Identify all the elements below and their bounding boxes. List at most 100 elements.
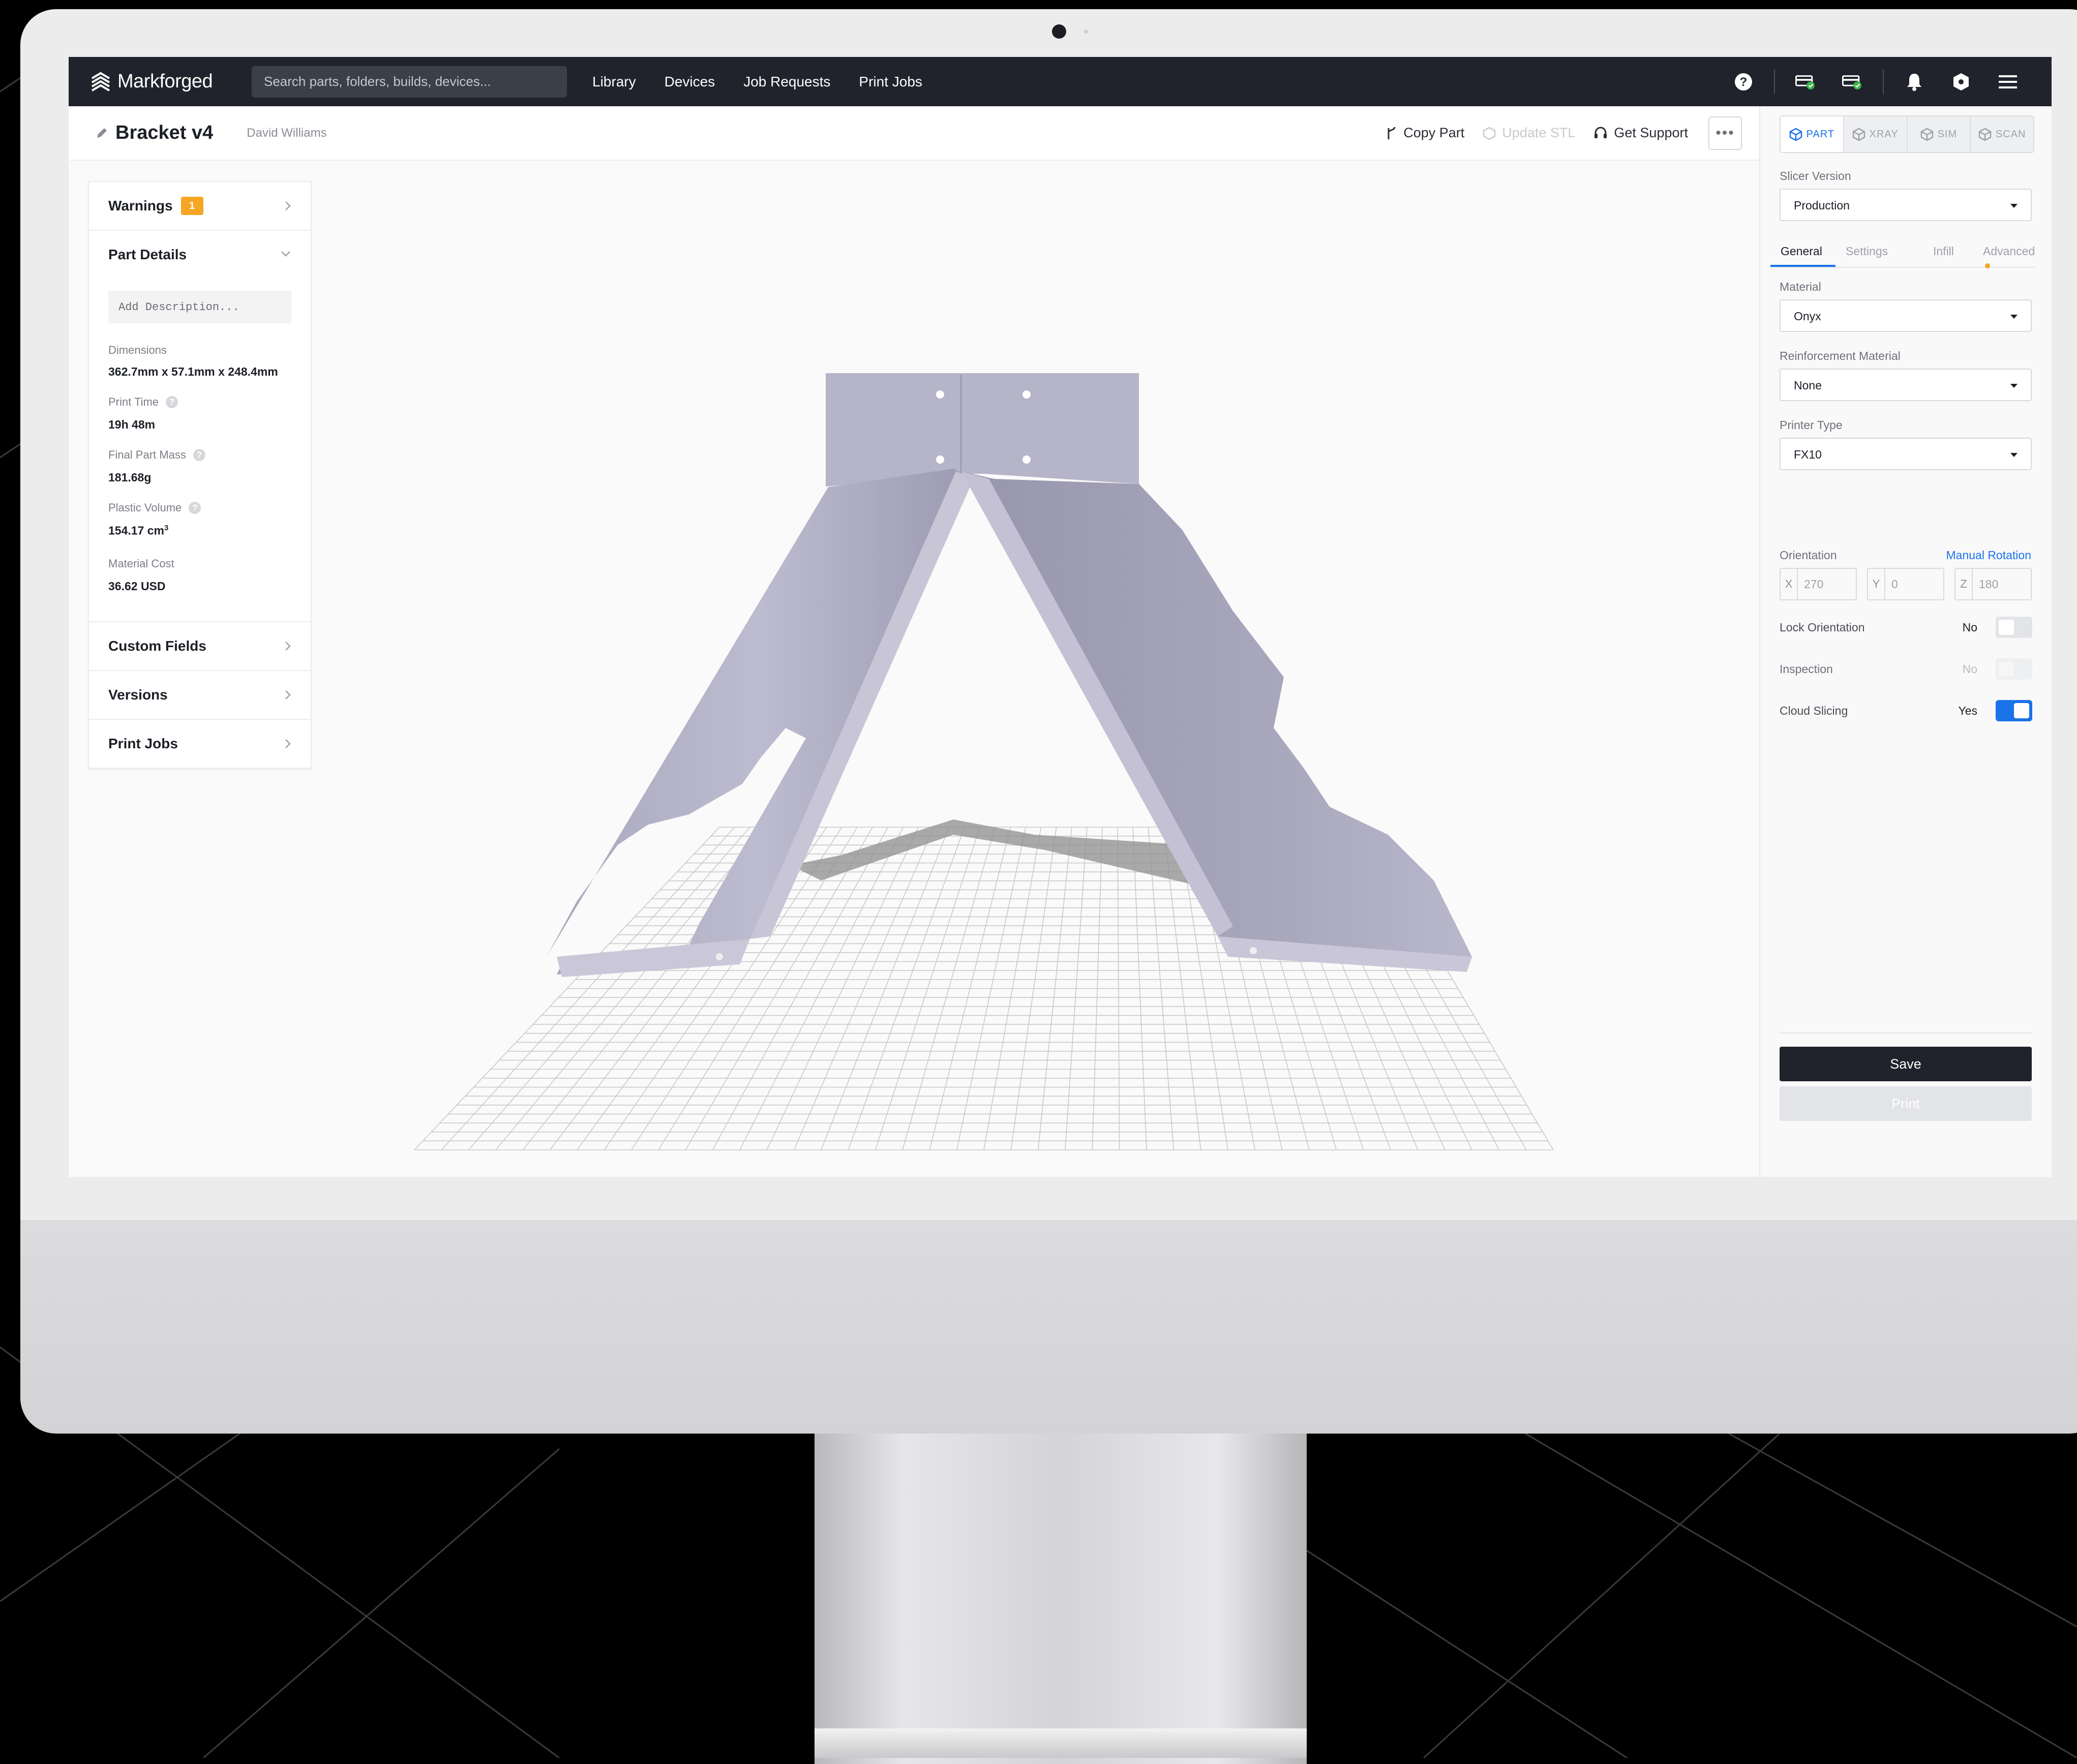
- orientation-y-input[interactable]: [1885, 576, 1943, 592]
- slicer-version-value: Production: [1794, 199, 1850, 212]
- webcam-indicator: [1084, 29, 1088, 34]
- search-input[interactable]: [252, 66, 567, 98]
- print-jobs-row[interactable]: Print Jobs: [89, 720, 311, 768]
- tab-scan[interactable]: SCAN: [1971, 116, 2033, 152]
- final-part-mass-value: 181.68g: [108, 471, 152, 484]
- reinforcement-material-value: None: [1794, 379, 1822, 392]
- get-support-button[interactable]: Get Support: [1593, 125, 1688, 141]
- save-button[interactable]: Save: [1780, 1047, 2032, 1081]
- help-icon[interactable]: ?: [189, 502, 201, 514]
- bracket-part-model: [547, 373, 1472, 977]
- bell-icon[interactable]: [1904, 72, 1924, 92]
- update-stl-button[interactable]: Update STL: [1483, 125, 1575, 141]
- caret-down-icon: [2010, 315, 2018, 319]
- view-mode-tabs: PART XRAY SIM SCAN: [1780, 115, 2034, 153]
- manual-rotation-link[interactable]: Manual Rotation: [1946, 549, 2032, 562]
- tab-advanced[interactable]: Advanced: [1983, 245, 2035, 272]
- lock-orientation-toggle[interactable]: [1996, 617, 2032, 638]
- help-icon[interactable]: ?: [166, 396, 178, 408]
- nav-separator: [1883, 69, 1884, 94]
- cube-icon: [1978, 128, 1992, 141]
- cloud-slicing-row: Cloud Slicing Yes: [1780, 700, 2032, 722]
- pencil-icon[interactable]: [95, 127, 108, 140]
- lock-orientation-value: No: [1962, 621, 1977, 634]
- description-input[interactable]: [108, 291, 291, 323]
- dimensions-value: 362.7mm x 57.1mm x 248.4mm: [108, 365, 278, 378]
- slicer-version-label: Slicer Version: [1780, 169, 1851, 183]
- nav-print-jobs[interactable]: Print Jobs: [859, 74, 922, 90]
- final-part-mass-label: Final Part Mass?: [108, 448, 205, 462]
- material-select[interactable]: Onyx: [1780, 299, 2032, 332]
- monitor-stand-foot: [815, 1728, 1307, 1758]
- orientation-z-input[interactable]: [1973, 576, 2031, 592]
- tab-settings[interactable]: Settings: [1846, 245, 1888, 258]
- orientation-x-input[interactable]: [1798, 576, 1856, 592]
- chevron-right-icon: [285, 642, 291, 651]
- tab-xray[interactable]: XRAY: [1844, 116, 1908, 152]
- top-navigation: Markforged Library Devices Job Requests …: [69, 57, 2052, 106]
- printer-status-icon[interactable]: [1842, 72, 1862, 92]
- printer-type-select[interactable]: FX10: [1780, 438, 2032, 470]
- chevron-right-icon: [285, 201, 291, 210]
- versions-label: Versions: [108, 687, 168, 703]
- more-options-button[interactable]: •••: [1708, 116, 1742, 150]
- tab-part[interactable]: PART: [1781, 116, 1844, 152]
- part-actions: Copy Part Update STL Get Support •••: [1368, 106, 1742, 160]
- orientation-x-field: X: [1780, 568, 1857, 600]
- webcam: [1052, 24, 1066, 39]
- orientation-z-field: Z: [1954, 568, 2032, 600]
- warnings-row[interactable]: Warnings 1: [89, 182, 311, 231]
- cube-icon: [1920, 128, 1933, 141]
- cloud-slicing-toggle[interactable]: [1996, 700, 2032, 721]
- part-details-label: Part Details: [108, 247, 187, 262]
- inspection-row: Inspection No: [1780, 658, 2032, 681]
- chevron-right-icon: [285, 690, 291, 699]
- y-axis-label: Y: [1868, 569, 1885, 599]
- logo-text: Markforged: [117, 71, 213, 92]
- nav-library[interactable]: Library: [592, 74, 636, 90]
- custom-fields-row[interactable]: Custom Fields: [89, 622, 311, 671]
- active-tab-underline: [1770, 265, 1835, 267]
- part-author: David Williams: [247, 126, 327, 140]
- tab-general[interactable]: General: [1781, 245, 1822, 258]
- help-icon[interactable]: ?: [193, 449, 205, 461]
- get-support-label: Get Support: [1614, 125, 1688, 140]
- tab-sim[interactable]: SIM: [1908, 116, 1971, 152]
- 3d-viewport[interactable]: [333, 164, 1747, 1175]
- versions-row[interactable]: Versions: [89, 671, 311, 720]
- material-label: Material: [1780, 280, 1821, 293]
- chevron-right-icon: [285, 739, 291, 748]
- app-screen: Markforged Library Devices Job Requests …: [69, 57, 2052, 1177]
- nav-separator: [1774, 69, 1775, 94]
- markforged-logo[interactable]: Markforged: [88, 69, 240, 95]
- dimensions-label: Dimensions: [108, 344, 167, 356]
- part-title[interactable]: Bracket v4: [115, 122, 213, 144]
- monitor-chin: [20, 1220, 2077, 1434]
- printer-status-icon[interactable]: [1795, 72, 1816, 92]
- caret-down-icon: [2010, 453, 2018, 457]
- cloud-slicing-value: Yes: [1958, 704, 1977, 717]
- monitor-stand: [815, 1434, 1307, 1764]
- plastic-volume-value: 154.17 cm3: [108, 524, 169, 537]
- tab-infill[interactable]: Infill: [1933, 245, 1954, 258]
- fork-icon: [1388, 127, 1396, 139]
- hexagon-icon[interactable]: [1951, 72, 1971, 92]
- advanced-indicator-dot: [1985, 263, 1990, 268]
- svg-text:?: ?: [1740, 75, 1748, 89]
- divider: [1780, 1032, 2032, 1033]
- warnings-count-badge: 1: [180, 197, 203, 215]
- caret-down-icon: [2010, 204, 2018, 208]
- settings-panel: PART XRAY SIM SCAN Slicer Version Produc…: [1759, 106, 2052, 1177]
- nav-job-requests[interactable]: Job Requests: [743, 74, 830, 90]
- nav-links: Library Devices Job Requests Print Jobs: [578, 74, 937, 90]
- copy-part-button[interactable]: Copy Part: [1386, 125, 1464, 141]
- menu-icon[interactable]: [1998, 72, 2018, 92]
- slicer-version-select[interactable]: Production: [1780, 189, 2032, 221]
- print-button[interactable]: Print: [1780, 1086, 2032, 1121]
- printer-type-label: Printer Type: [1780, 418, 1843, 432]
- nav-devices[interactable]: Devices: [665, 74, 715, 90]
- help-icon[interactable]: ?: [1733, 72, 1754, 92]
- reinforcement-material-select[interactable]: None: [1780, 369, 2032, 401]
- inspection-toggle[interactable]: [1996, 658, 2032, 680]
- part-details-row[interactable]: Part Details: [89, 231, 311, 279]
